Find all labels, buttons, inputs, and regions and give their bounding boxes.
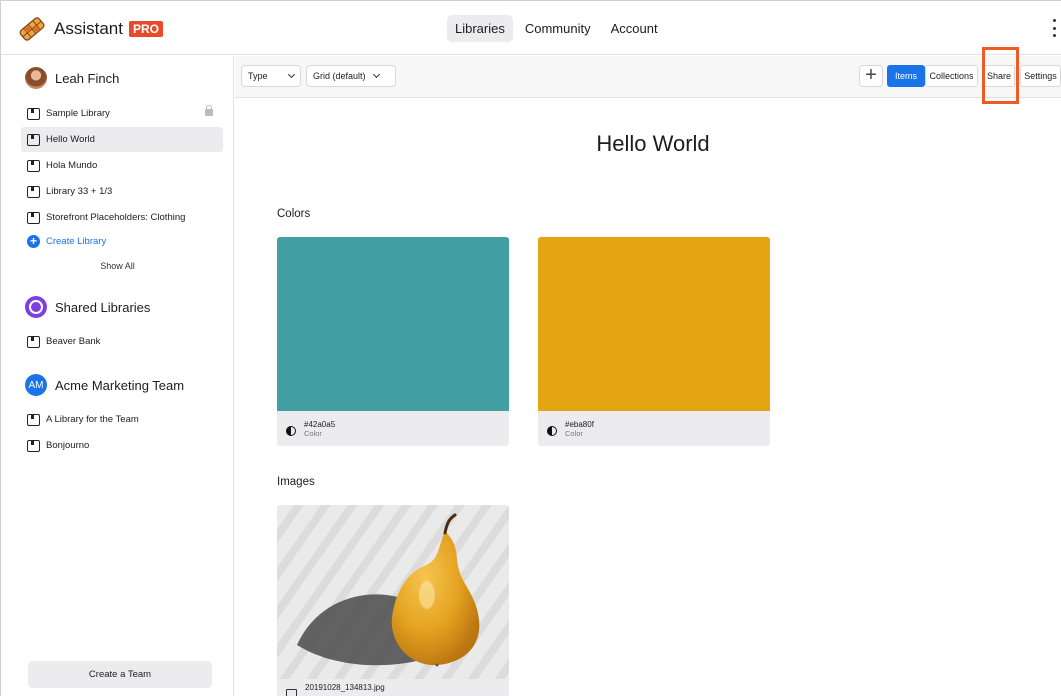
- book-icon: [27, 159, 40, 172]
- book-icon: [27, 185, 40, 198]
- app-name: Assistant: [54, 19, 123, 38]
- colors-section-title: Colors: [277, 208, 311, 220]
- book-icon: [27, 211, 40, 224]
- kebab-menu-icon[interactable]: [1049, 18, 1059, 38]
- plus-icon[interactable]: +: [859, 65, 883, 87]
- nav-community[interactable]: Community: [517, 15, 599, 42]
- color-type: Color: [304, 428, 322, 438]
- avatar: [25, 67, 47, 89]
- card-meta: #eba80f Color: [565, 420, 594, 438]
- card-footer: #42a0a5 Color: [277, 411, 509, 446]
- nav-account[interactable]: Account: [603, 15, 666, 42]
- image-icon: [286, 689, 297, 696]
- image-thumbnail: [277, 505, 509, 679]
- sidebar-item-label: Hello World: [46, 134, 95, 145]
- pro-badge: PRO: [128, 21, 163, 37]
- sidebar-item-sample-library[interactable]: Sample Library: [21, 101, 223, 126]
- card-footer: #eba80f Color: [538, 411, 770, 446]
- assistant-logo-icon: [19, 17, 45, 41]
- chevron-down-icon: [287, 70, 296, 79]
- shared-libraries-header[interactable]: Shared Libraries: [25, 296, 150, 318]
- create-team-button[interactable]: Create a Team: [28, 661, 212, 688]
- user-header[interactable]: Leah Finch: [25, 67, 119, 89]
- sidebar-item-label: A Library for the Team: [46, 414, 139, 425]
- sidebar-item-beaver-bank[interactable]: Beaver Bank: [21, 329, 223, 354]
- book-icon: [27, 413, 40, 426]
- library-toolbar: Type Grid (default) + Items Collections …: [235, 56, 1061, 98]
- image-card[interactable]: 20191028_134813.jpg: [277, 505, 509, 696]
- book-icon: [27, 335, 40, 348]
- color-swatch: [538, 237, 770, 411]
- sidebar-item-label: Storefront Placeholders: Clothing: [46, 212, 186, 223]
- shared-libraries-icon: [25, 296, 47, 318]
- card-meta: #42a0a5 Color: [304, 420, 335, 438]
- items-button[interactable]: Items: [887, 65, 925, 87]
- view-select-label: Grid (default): [313, 71, 366, 81]
- color-name: #42a0a5: [304, 419, 336, 429]
- show-all-link[interactable]: Show All: [1, 261, 234, 271]
- user-name: Leah Finch: [55, 70, 120, 86]
- sidebar-item-hola-mundo[interactable]: Hola Mundo: [21, 153, 223, 178]
- color-type: Color: [565, 428, 583, 438]
- page-title: Hello World: [596, 131, 710, 156]
- create-library-button[interactable]: + Create Library: [27, 235, 106, 248]
- book-icon: [27, 133, 40, 146]
- nav-libraries[interactable]: Libraries: [447, 15, 513, 42]
- top-bar: Assistant PRO Libraries Community Accoun…: [1, 1, 1061, 55]
- share-highlight-box: [982, 47, 1019, 104]
- pear-image: [297, 513, 480, 667]
- image-name: 20191028_134813.jpg: [305, 683, 385, 692]
- team-title: Acme Marketing Team: [55, 377, 185, 393]
- book-icon: [27, 439, 40, 452]
- sidebar-item-label: Beaver Bank: [46, 336, 101, 347]
- sidebar-item-library-33[interactable]: Library 33 + 1/3: [21, 179, 223, 204]
- type-select[interactable]: Type: [241, 65, 301, 87]
- team-header[interactable]: AM Acme Marketing Team: [25, 374, 184, 396]
- sidebar-item-hello-world[interactable]: Hello World: [21, 127, 223, 152]
- sidebar-item-team-library[interactable]: A Library for the Team: [21, 407, 223, 432]
- card-footer: 20191028_134813.jpg: [277, 679, 509, 696]
- images-section-title: Images: [277, 476, 315, 488]
- sidebar-item-label: Bonjourno: [46, 440, 90, 451]
- color-card[interactable]: #eba80f Color: [538, 237, 770, 446]
- sidebar: Leah Finch Sample Library Hello World Ho…: [1, 56, 234, 696]
- settings-button[interactable]: Settings: [1020, 65, 1061, 87]
- contrast-icon: [286, 425, 296, 436]
- add-circle-icon: +: [27, 235, 40, 248]
- sidebar-item-label: Library 33 + 1/3: [46, 186, 113, 197]
- color-swatch: [277, 237, 509, 411]
- sidebar-item-label: Sample Library: [46, 108, 110, 119]
- top-nav: Libraries Community Account: [447, 15, 670, 42]
- team-avatar: AM: [25, 374, 47, 396]
- sidebar-item-bonjourno[interactable]: Bonjourno: [21, 433, 223, 458]
- color-card[interactable]: #42a0a5 Color: [277, 237, 509, 446]
- color-name: #eba80f: [565, 419, 594, 429]
- lock-icon: [205, 105, 213, 116]
- contrast-icon: [547, 425, 557, 436]
- chevron-down-icon: [372, 70, 380, 79]
- collections-button[interactable]: Collections: [925, 65, 978, 87]
- sidebar-item-storefront-placeholders[interactable]: Storefront Placeholders: Clothing: [21, 205, 223, 230]
- shared-libraries-title: Shared Libraries: [55, 299, 151, 315]
- book-icon: [27, 107, 40, 120]
- view-select[interactable]: Grid (default): [306, 65, 396, 87]
- type-select-label: Type: [248, 71, 268, 81]
- create-library-label: Create Library: [46, 236, 107, 247]
- brand[interactable]: Assistant PRO: [17, 14, 163, 44]
- sidebar-item-label: Hola Mundo: [46, 160, 98, 171]
